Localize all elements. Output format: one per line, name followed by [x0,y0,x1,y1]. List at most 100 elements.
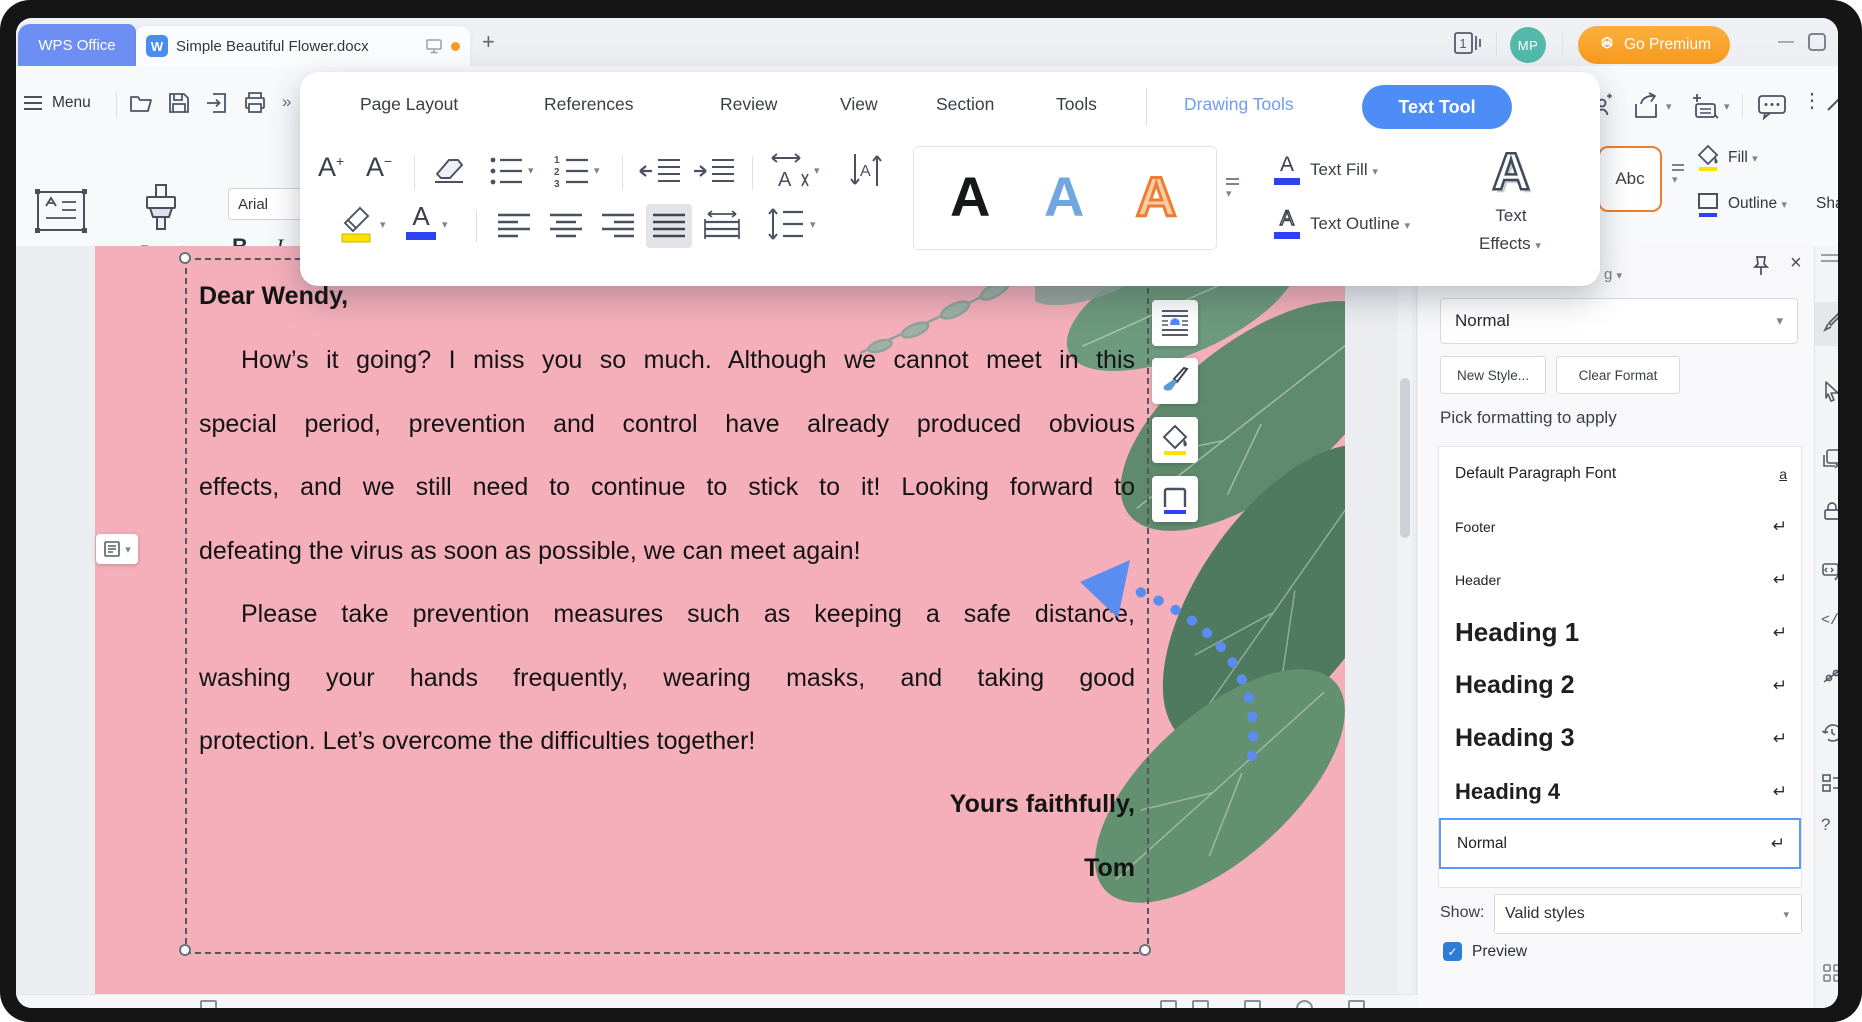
increase-indent-button[interactable] [692,156,736,186]
open-file-button[interactable] [128,90,154,116]
format-brush-icon[interactable] [1821,310,1838,332]
line-spacing-dropdown-icon[interactable]: ▾ [810,218,816,231]
tab-references[interactable]: References [544,94,634,115]
shape-effects-button[interactable]: Shape [1816,195,1838,213]
scrollbar-thumb[interactable] [1400,378,1410,538]
save-button[interactable] [166,90,192,116]
collapse-ribbon-icon[interactable] [1826,98,1838,112]
character-spacing-dropdown-icon[interactable]: ▾ [814,164,820,177]
textbox-selection-border[interactable] [185,258,1149,954]
window-count-button[interactable]: 1 [1452,29,1482,57]
tab-section[interactable]: Section [936,94,994,115]
resize-handle[interactable] [1139,944,1151,956]
shape-outline-icon[interactable] [1694,190,1722,218]
line-spacing-button[interactable] [766,206,806,242]
curved-arrow-annotation[interactable] [1056,538,1286,783]
outline-tree-icon[interactable] [1821,772,1838,794]
wps-office-button[interactable]: WPS Office [18,24,136,66]
text-effects-icon[interactable]: A [1476,142,1546,202]
code-icon[interactable]: </ [1821,612,1838,629]
shape-outline-button[interactable]: Outline ▾ [1728,195,1787,213]
bullet-list-button[interactable] [488,152,524,190]
status-icon[interactable] [1348,1000,1365,1008]
tab-view[interactable]: View [840,94,878,115]
hamburger-icon[interactable] [24,96,42,110]
character-spacing-button[interactable]: A [768,150,812,188]
shape-gallery-more-icon[interactable]: ▾ [1672,164,1684,186]
new-tab-button[interactable]: + [482,29,495,55]
maximize-button[interactable] [1808,33,1826,51]
tab-review[interactable]: Review [720,94,777,115]
style-item-heading-1[interactable]: Heading 1 ↵ [1439,606,1801,659]
shape-style-preset[interactable]: Abc [1598,146,1662,212]
font-color-dropdown-icon[interactable]: ▾ [442,218,448,231]
comment-edit-icon[interactable] [1821,560,1838,582]
wordart-style-plain[interactable]: A [950,169,990,225]
resize-handle[interactable] [179,252,191,264]
grid-view-icon[interactable] [1821,962,1838,984]
print-button[interactable] [242,90,268,116]
text-effects-button[interactable]: Effects ▾ [1460,234,1560,254]
layout-options-button[interactable] [1152,300,1198,346]
tab-drawing-tools[interactable]: Drawing Tools [1184,94,1294,115]
add-to-list-icon[interactable] [1690,92,1720,120]
text-outline-button[interactable]: Text Outline ▾ [1310,214,1410,234]
clear-format-eraser-icon[interactable] [430,154,468,188]
status-icon[interactable] [1192,1000,1209,1008]
decrease-indent-button[interactable] [638,156,682,186]
wordart-style-blue[interactable]: A [1044,169,1084,225]
shape-outline-quick-button[interactable] [1152,476,1198,522]
status-icon[interactable] [1244,1000,1261,1008]
current-style-select[interactable]: Normal ▾ [1440,298,1798,344]
settings-slider-icon[interactable] [1821,665,1838,687]
paragraph-options-button[interactable]: ▾ [96,534,138,564]
format-painter-icon[interactable] [140,182,182,234]
status-icon[interactable] [1160,1000,1177,1008]
font-color-button[interactable]: A [406,202,436,240]
bullet-list-dropdown-icon[interactable]: ▾ [528,164,534,177]
vertical-scrollbar[interactable] [1398,246,1412,1008]
style-item-normal-selected[interactable]: Normal ↵ [1439,818,1801,869]
text-box-icon[interactable] [32,186,90,236]
lock-icon[interactable] [1821,500,1838,522]
decrease-font-button[interactable]: A− [366,152,392,183]
status-icon[interactable] [200,1000,217,1008]
more-options-icon[interactable]: ⋮ [1802,88,1822,113]
comment-icon[interactable] [1756,92,1788,122]
shape-fill-icon[interactable] [1694,144,1722,172]
wordart-style-orange-outline[interactable]: A [1136,169,1176,225]
highlight-dropdown-icon[interactable]: ▾ [380,218,386,231]
numbered-list-button[interactable]: 123 [552,152,590,190]
style-item-default-paragraph-font[interactable]: Default Paragraph Font a [1439,447,1801,500]
wordart-gallery-more-icon[interactable]: ▾ [1226,178,1239,200]
go-premium-button[interactable]: Go Premium [1578,26,1730,64]
tab-tools[interactable]: Tools [1056,94,1097,115]
numbered-list-dropdown-icon[interactable]: ▾ [594,164,600,177]
close-panel-icon[interactable]: × [1790,252,1802,275]
text-direction-button[interactable]: A [848,150,884,190]
align-left-button[interactable] [496,212,532,240]
select-cursor-icon[interactable] [1821,380,1838,402]
text-fill-button[interactable]: Text Fill ▾ [1310,160,1378,180]
shape-fill-button[interactable]: Fill ▾ [1728,149,1758,167]
text-outline-icon[interactable]: A [1274,208,1300,239]
style-item-heading-2[interactable]: Heading 2 ↵ [1439,659,1801,712]
avatar[interactable]: MP [1510,27,1546,63]
highlight-color-button[interactable] [338,204,376,244]
resize-handle[interactable] [179,944,191,956]
preview-checkbox[interactable]: ✓ [1443,942,1462,961]
minimize-button[interactable]: — [1768,26,1804,58]
style-item-heading-4[interactable]: Heading 4 ↵ [1439,765,1801,818]
align-right-button[interactable] [600,212,636,240]
add-to-list-dropdown-icon[interactable]: ▾ [1724,100,1730,113]
style-item-heading-3[interactable]: Heading 3 ↵ [1439,712,1801,765]
share-dropdown-icon[interactable]: ▾ [1666,100,1672,113]
pin-icon[interactable] [1750,254,1772,278]
text-fill-icon[interactable]: A [1274,154,1300,185]
menu-button[interactable]: Menu [52,94,91,112]
justify-button-active[interactable] [646,204,692,248]
style-item-footer[interactable]: Footer ↵ [1439,500,1801,553]
copy-delete-icon[interactable] [1821,448,1838,470]
more-commands-icon[interactable]: » [282,92,291,112]
export-button[interactable] [204,90,230,116]
